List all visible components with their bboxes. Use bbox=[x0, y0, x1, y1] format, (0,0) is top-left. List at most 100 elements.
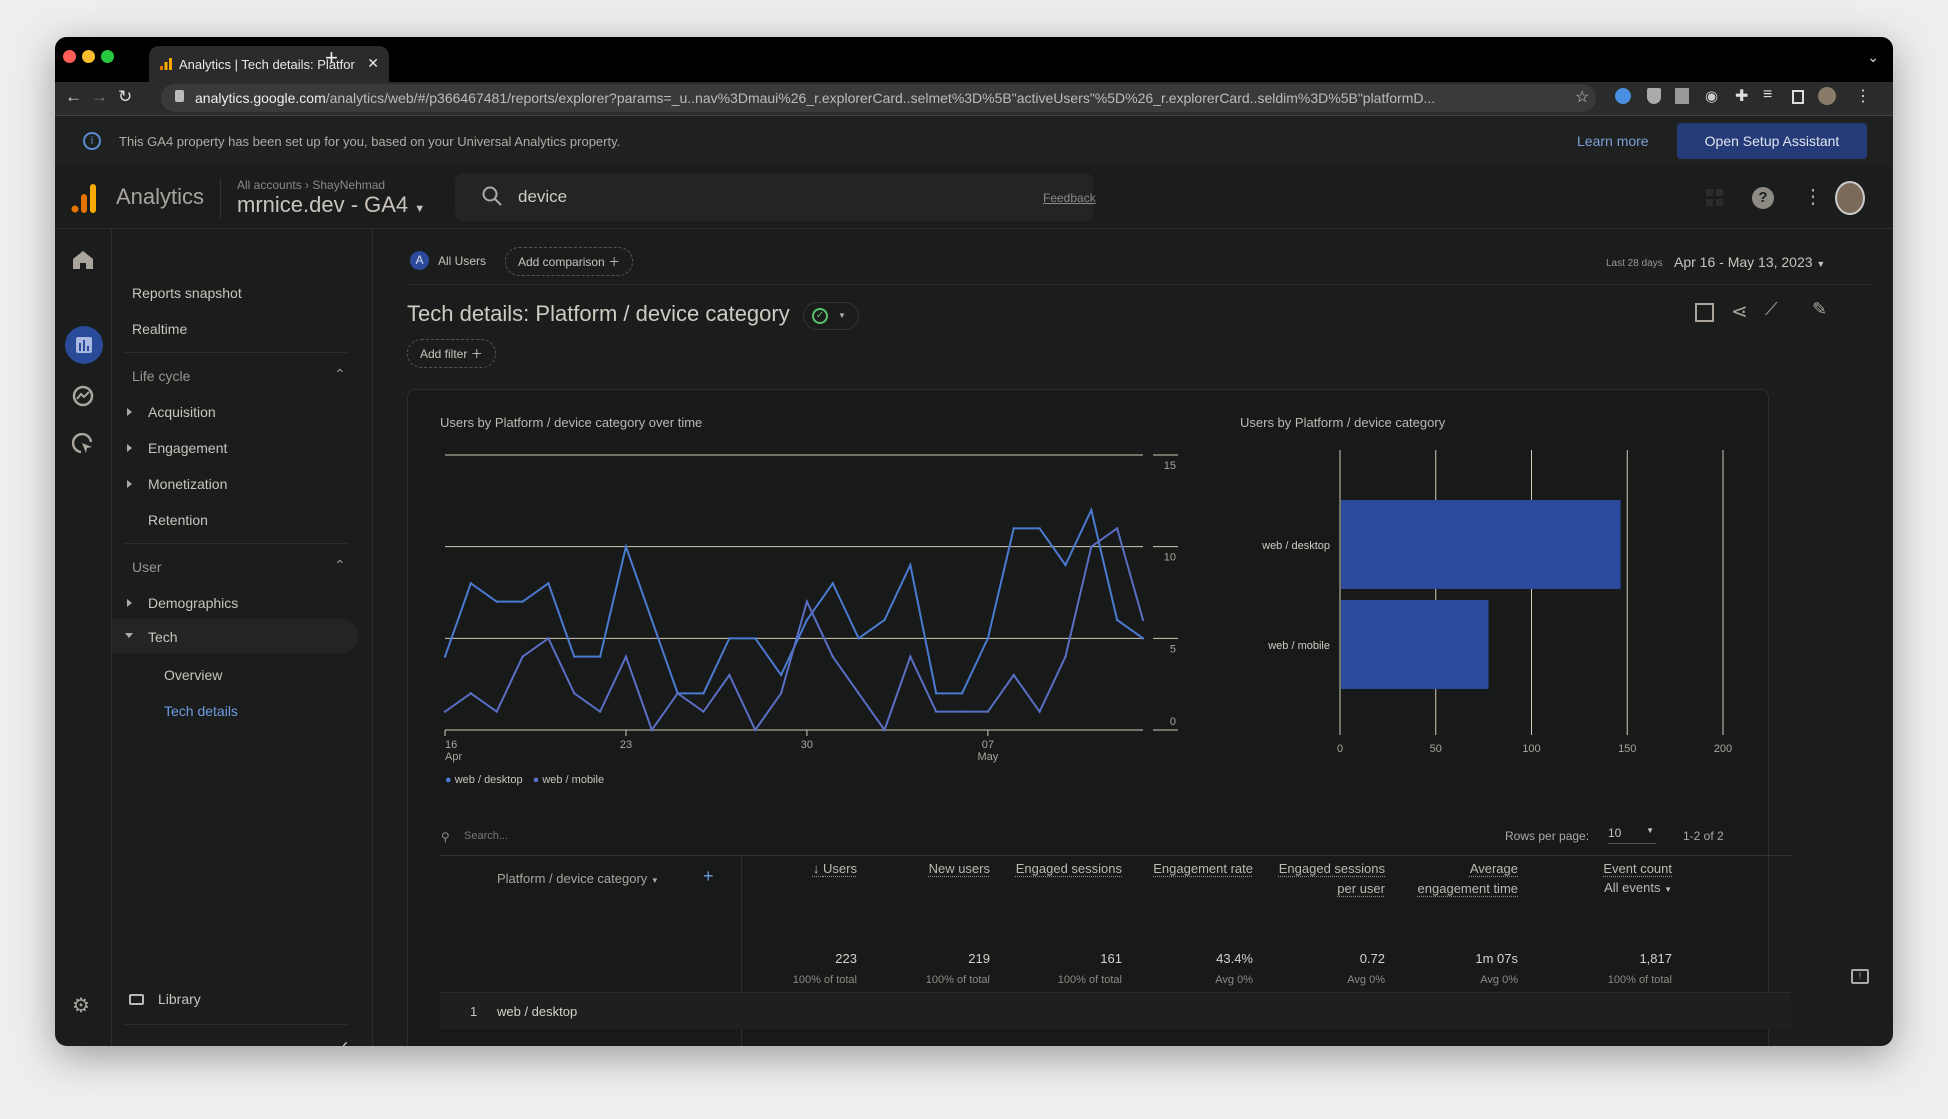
pagination-text: 1-2 of 2 bbox=[1683, 829, 1724, 843]
data-point bbox=[805, 618, 809, 622]
bar-x-tick-label: 50 bbox=[1430, 743, 1442, 755]
column-header[interactable]: Engaged sessions per user bbox=[1275, 859, 1385, 899]
y-tick-label: 10 bbox=[1164, 552, 1176, 564]
table-row[interactable]: 1 web / desktop bbox=[440, 993, 1791, 1029]
data-point bbox=[573, 655, 576, 658]
dropdown-caret-icon: ▼ bbox=[1664, 885, 1672, 894]
data-point bbox=[676, 692, 679, 695]
data-point bbox=[443, 655, 447, 658]
data-point bbox=[1012, 527, 1015, 530]
add-dimension-icon[interactable]: + bbox=[703, 866, 714, 887]
bar bbox=[1341, 500, 1621, 589]
data-point bbox=[728, 673, 731, 677]
row-dimension: web / desktop bbox=[497, 1004, 578, 1019]
column-label: Users bbox=[823, 861, 857, 876]
data-point bbox=[779, 673, 783, 677]
bar bbox=[1341, 600, 1489, 689]
data-point bbox=[779, 692, 783, 695]
data-point bbox=[754, 637, 757, 640]
rows-per-page-label: Rows per page: bbox=[1505, 829, 1590, 843]
y-tick-label: 0 bbox=[1170, 716, 1176, 728]
data-point bbox=[1141, 637, 1145, 640]
data-point bbox=[805, 600, 809, 603]
data-point bbox=[857, 637, 860, 640]
data-point bbox=[1141, 618, 1145, 622]
data-point bbox=[495, 600, 498, 603]
rows-per-page-select[interactable]: 10 ▼ bbox=[1608, 826, 1656, 844]
data-point bbox=[857, 692, 860, 695]
data-point bbox=[934, 710, 938, 713]
column-total: 161 bbox=[1100, 951, 1122, 966]
data-point bbox=[1090, 508, 1093, 512]
data-point bbox=[573, 692, 576, 695]
legend-item-desktop[interactable]: ● web / desktop bbox=[445, 774, 523, 786]
y-tick-label: 5 bbox=[1170, 643, 1176, 655]
data-point bbox=[986, 710, 990, 713]
column-total: 43.4% bbox=[1216, 951, 1253, 966]
column-total-sub: 100% of total bbox=[925, 974, 990, 986]
data-point bbox=[624, 655, 628, 658]
send-feedback-icon[interactable]: ! bbox=[1851, 969, 1869, 984]
table-divider bbox=[440, 855, 1791, 856]
y-tick-label: 15 bbox=[1164, 460, 1176, 472]
data-point bbox=[443, 710, 447, 713]
series-line-web-desktop bbox=[444, 506, 1144, 695]
data-point bbox=[1064, 563, 1067, 567]
legend-item-mobile[interactable]: ● web / mobile bbox=[533, 774, 604, 786]
column-label: Engaged sessions per user bbox=[1278, 861, 1385, 896]
column-header[interactable]: Engagement rate bbox=[1143, 859, 1253, 879]
column-header[interactable]: Engaged sessions bbox=[1012, 859, 1122, 879]
legend-label: web / mobile bbox=[542, 774, 605, 786]
bar-x-tick-label: 0 bbox=[1337, 743, 1343, 755]
bar-x-tick-label: 200 bbox=[1714, 743, 1732, 755]
dimension-header[interactable]: Platform / device category ▼ bbox=[497, 871, 659, 886]
data-point bbox=[1090, 545, 1093, 548]
x-tick-label: 16 bbox=[445, 739, 457, 751]
data-point bbox=[521, 600, 524, 603]
data-point bbox=[1038, 527, 1041, 530]
legend-label: web / desktop bbox=[454, 774, 523, 786]
event-filter-select[interactable]: All events ▼ bbox=[1562, 878, 1672, 900]
data-point bbox=[909, 655, 912, 658]
data-point bbox=[986, 637, 990, 640]
data-point bbox=[598, 655, 602, 658]
data-point bbox=[547, 637, 550, 640]
data-point bbox=[469, 692, 473, 695]
column-total: 1m 07s bbox=[1475, 951, 1518, 966]
bar-x-tick-label: 150 bbox=[1618, 743, 1636, 755]
bar-category-label: web / mobile bbox=[1267, 640, 1330, 652]
table-search-icon: ⚲ bbox=[441, 830, 450, 844]
data-point bbox=[1115, 527, 1119, 530]
x-tick-label: 30 bbox=[801, 739, 813, 751]
data-point bbox=[883, 728, 886, 732]
column-label: Engagement rate bbox=[1153, 861, 1253, 876]
line-chart-legend: ● web / desktop ● web / mobile bbox=[445, 774, 604, 786]
table-search-input[interactable]: Search... bbox=[464, 830, 508, 842]
data-point bbox=[960, 710, 964, 713]
column-total-sub: Avg 0% bbox=[1480, 974, 1518, 986]
data-point bbox=[960, 692, 964, 695]
column-header[interactable]: New users bbox=[880, 859, 990, 879]
x-tick-sublabel: May bbox=[977, 751, 998, 763]
browser-window: Analytics | Tech details: Platfor ✕ + ⌄ … bbox=[55, 37, 1893, 1046]
column-total: 223 bbox=[835, 951, 857, 966]
x-tick-sublabel: Apr bbox=[445, 751, 462, 763]
column-label: New users bbox=[928, 861, 990, 876]
data-point bbox=[934, 692, 938, 695]
column-total-sub: 100% of total bbox=[792, 974, 857, 986]
data-point bbox=[831, 655, 834, 658]
column-label: Event count bbox=[1603, 861, 1672, 876]
row-rank: 1 bbox=[470, 1004, 478, 1019]
data-point bbox=[650, 728, 654, 732]
data-point bbox=[754, 728, 757, 732]
series-line-web-mobile bbox=[444, 526, 1144, 733]
data-point bbox=[1115, 618, 1119, 622]
column-header[interactable]: Event count bbox=[1562, 859, 1672, 879]
column-label: Average engagement time bbox=[1417, 861, 1518, 896]
column-header[interactable]: Average engagement time bbox=[1408, 859, 1518, 899]
legend-dot-icon: ● bbox=[445, 774, 452, 786]
data-point bbox=[547, 582, 550, 585]
data-point bbox=[624, 545, 628, 548]
data-point bbox=[521, 655, 524, 658]
column-header[interactable]: ↓ Users bbox=[747, 859, 857, 879]
